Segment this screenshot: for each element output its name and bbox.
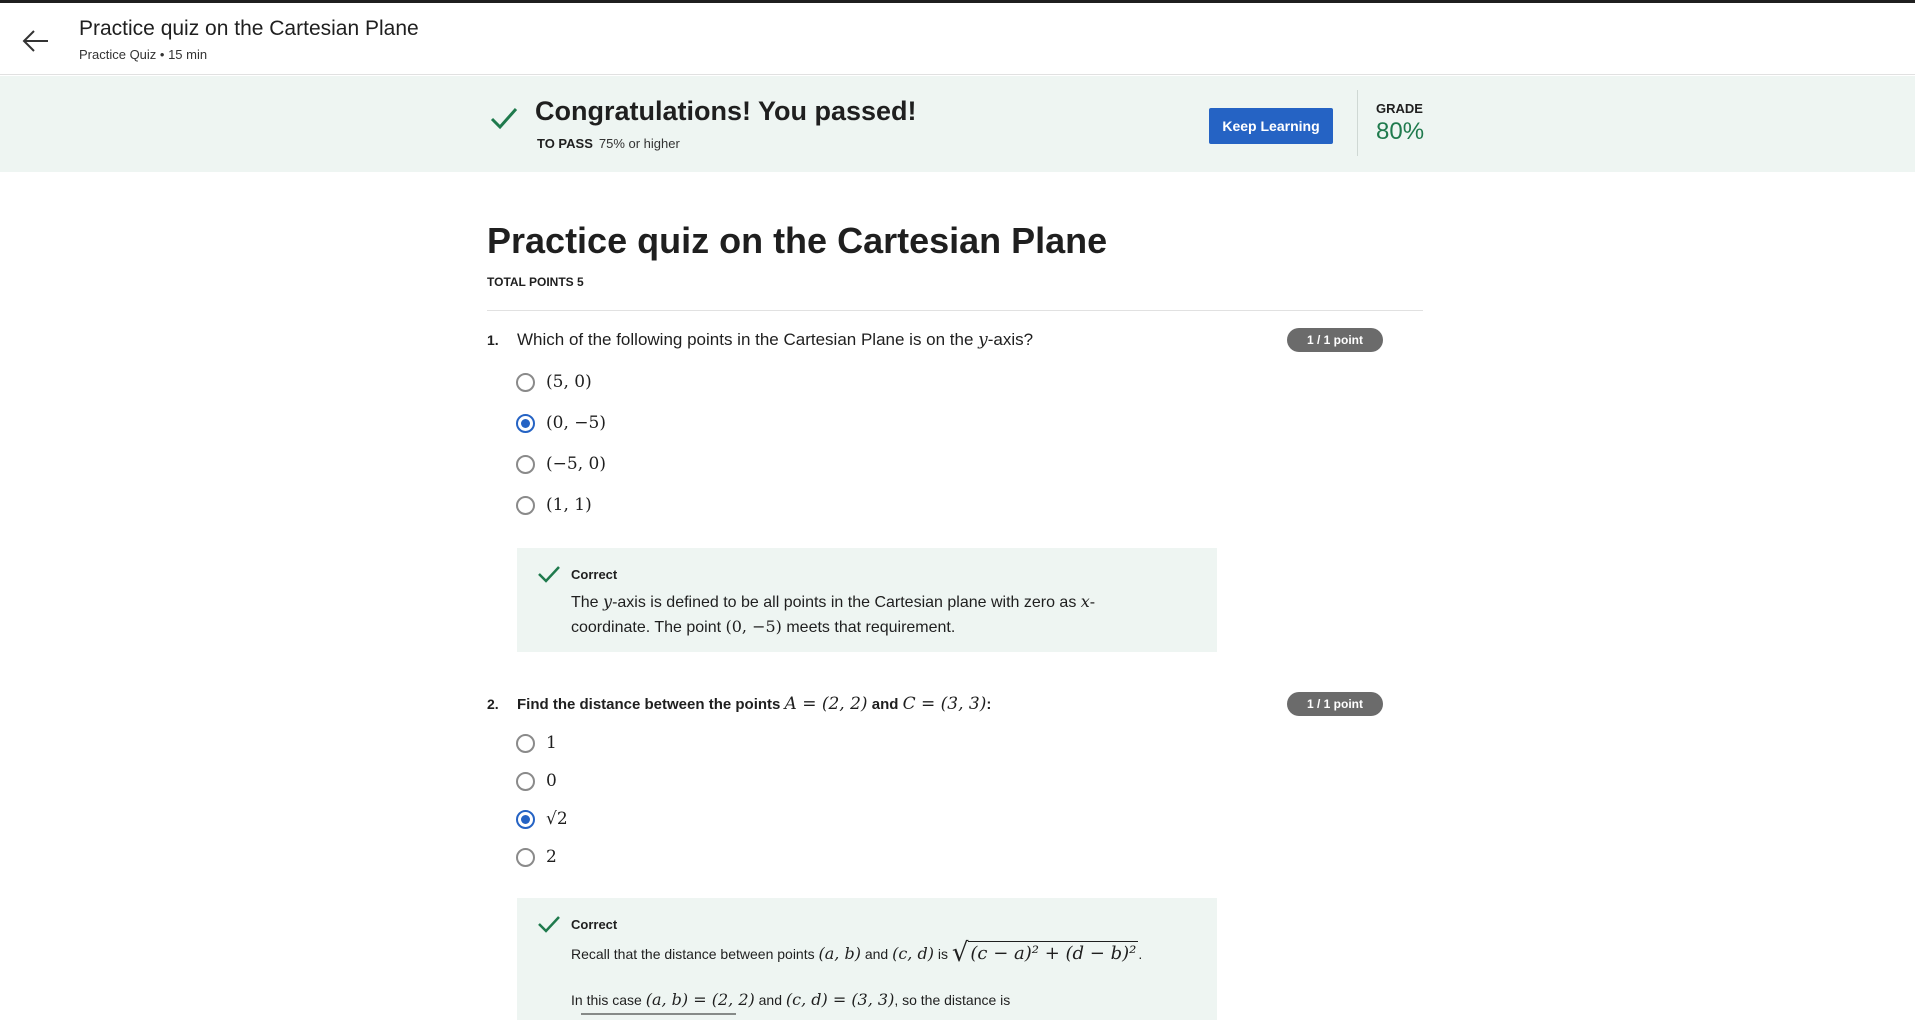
header-title: Practice quiz on the Cartesian Plane	[79, 17, 419, 40]
answer-option[interactable]: 1	[516, 730, 557, 756]
quiz-title: Practice quiz on the Cartesian Plane	[487, 220, 1108, 261]
radio-button-selected[interactable]	[516, 809, 535, 829]
radio-button[interactable]	[516, 771, 535, 791]
question-number: 2.	[487, 696, 499, 712]
header-subtitle: Practice Quiz • 15 min	[79, 47, 208, 62]
feedback-text-part: -	[1089, 594, 1096, 611]
feedback-text-part: The	[571, 594, 604, 611]
feedback-text-part: and	[860, 946, 893, 962]
answer-option[interactable]: 2	[516, 844, 557, 870]
question-text-part: :	[986, 696, 992, 713]
option-label: (5, 0)	[546, 372, 592, 392]
math-symbol: x	[1080, 592, 1090, 611]
sqrt-icon: √	[951, 938, 969, 968]
result-banner: Congratulations! You passed! TO PASS 75% …	[0, 76, 1915, 172]
feedback-box: Correct Recall that the distance between…	[517, 898, 1217, 1020]
question-text: Find the distance between the points A =…	[517, 694, 991, 714]
feedback-box: Correct The y-axis is defined to be all …	[517, 548, 1217, 652]
feedback-text-part: -axis is defined to be all points in the…	[612, 594, 1081, 611]
clipped-math-line	[571, 1012, 736, 1020]
total-points: TOTAL POINTS 5	[487, 275, 584, 289]
divider	[487, 310, 1423, 311]
option-label: 0	[546, 771, 557, 791]
feedback-status: Correct	[571, 917, 618, 932]
option-label: (1, 1)	[546, 495, 592, 515]
question-text-part: and	[867, 696, 903, 713]
radio-button-selected[interactable]	[516, 413, 535, 433]
math-expression: A = (2, 2)	[784, 694, 868, 714]
answer-option[interactable]: (0, −5)	[516, 410, 606, 436]
sqrt-body: (c − a)² + (d − b)²	[968, 941, 1139, 964]
grade-value: 80%	[1376, 118, 1425, 145]
feedback-text-part: , so the distance is	[894, 992, 1011, 1008]
feedback-text: In this case (a, b) = (2, 2) and (c, d) …	[571, 988, 1181, 1012]
to-pass-value: 75% or higher	[598, 136, 680, 151]
math-expression: C = (3, 3)	[902, 694, 987, 714]
to-pass-label: TO PASS	[537, 136, 593, 151]
top-bar: Practice quiz on the Cartesian Plane Pra…	[0, 3, 1915, 75]
check-icon	[488, 102, 520, 134]
radio-button[interactable]	[516, 733, 535, 753]
option-label: (0, −5)	[546, 413, 606, 433]
points-badge: 1 / 1 point	[1287, 328, 1383, 352]
grade-label: GRADE	[1376, 101, 1423, 116]
arrow-left-icon[interactable]	[20, 25, 52, 57]
points-badge: 1 / 1 point	[1287, 692, 1383, 716]
feedback-text-part: coordinate. The point	[571, 619, 726, 636]
radio-button[interactable]	[516, 454, 535, 474]
feedback-text-part: Recall that the distance between points	[571, 946, 819, 962]
radio-button[interactable]	[516, 847, 535, 867]
math-expression: (c, d) = (3, 3)	[785, 990, 895, 1009]
answer-option[interactable]: (1, 1)	[516, 492, 592, 518]
radio-button[interactable]	[516, 372, 535, 392]
question-text-part: Which of the following points in the Car…	[517, 330, 979, 349]
math-expression: (0, −5)	[725, 617, 782, 636]
check-icon	[536, 912, 562, 936]
feedback-status: Correct	[571, 567, 618, 582]
to-pass-info: TO PASS 75% or higher	[537, 136, 680, 151]
question-text-part: Find the distance between the points	[517, 696, 785, 713]
math-expression: (a, b) = (2, 2)	[645, 990, 755, 1009]
math-symbol: y	[603, 592, 613, 611]
answer-option[interactable]: √2	[516, 806, 568, 832]
math-expression: (a, b)	[818, 944, 861, 963]
keep-learning-button[interactable]: Keep Learning	[1209, 108, 1333, 144]
answer-option[interactable]: (−5, 0)	[516, 451, 606, 477]
sqrt-expression: √ (c − a)² + (d − b)²	[952, 940, 1139, 966]
radio-button[interactable]	[516, 495, 535, 515]
check-icon	[536, 562, 562, 586]
question-text-part: -axis?	[987, 330, 1034, 349]
math-expression: (c, d)	[892, 944, 934, 963]
option-label: 2	[546, 847, 557, 867]
question-text: Which of the following points in the Car…	[517, 330, 1033, 350]
math-symbol: y	[978, 330, 988, 350]
option-label: (−5, 0)	[546, 454, 606, 474]
question-number: 1.	[487, 332, 499, 348]
feedback-text: The y-axis is defined to be all points i…	[571, 590, 1181, 640]
divider	[1357, 90, 1358, 156]
pass-message: Congratulations! You passed!	[535, 96, 917, 126]
feedback-text-part: and	[754, 992, 786, 1008]
answer-option[interactable]: 0	[516, 768, 557, 794]
answer-option[interactable]: (5, 0)	[516, 369, 592, 395]
feedback-text-part: In this case	[571, 992, 646, 1008]
option-label: 1	[546, 733, 557, 753]
feedback-text-part: is	[933, 946, 952, 962]
option-label: √2	[546, 809, 568, 829]
feedback-text-part: .	[1138, 946, 1143, 962]
feedback-text-part: meets that requirement.	[781, 619, 956, 636]
feedback-text: Recall that the distance between points …	[571, 940, 1181, 966]
